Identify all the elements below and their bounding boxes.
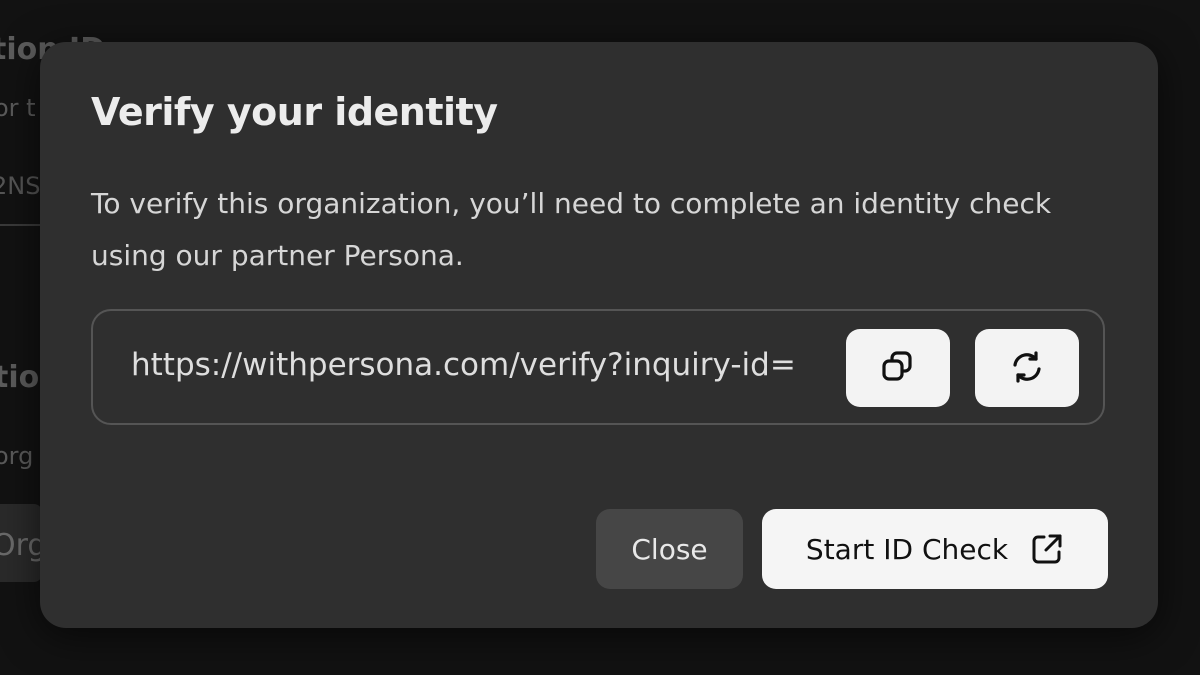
external-link-icon [1030,532,1064,566]
verify-identity-modal: Verify your identity To verify this orga… [40,42,1158,628]
verification-url-text[interactable]: https://withpersona.com/verify?inquiry-i… [131,347,831,383]
copy-url-button[interactable] [846,329,950,407]
modal-title: Verify your identity [91,90,498,134]
copy-icon [878,347,918,390]
background-section-subtitle-2: org [0,442,34,470]
refresh-icon [1007,347,1047,390]
start-id-check-label: Start ID Check [805,532,1009,566]
verification-url-field: https://withpersona.com/verify?inquiry-i… [91,309,1105,425]
background-section-subtitle: or t [0,94,36,122]
modal-description: To verify this organization, you’ll need… [91,187,1052,272]
close-button[interactable]: Close [596,509,743,589]
background-divider [0,224,40,226]
background-org-id: 2NS [0,172,41,200]
start-id-check-button[interactable]: Start ID Check [762,509,1108,589]
background-section-title-2: tio [0,360,40,395]
regenerate-url-button[interactable] [975,329,1079,407]
